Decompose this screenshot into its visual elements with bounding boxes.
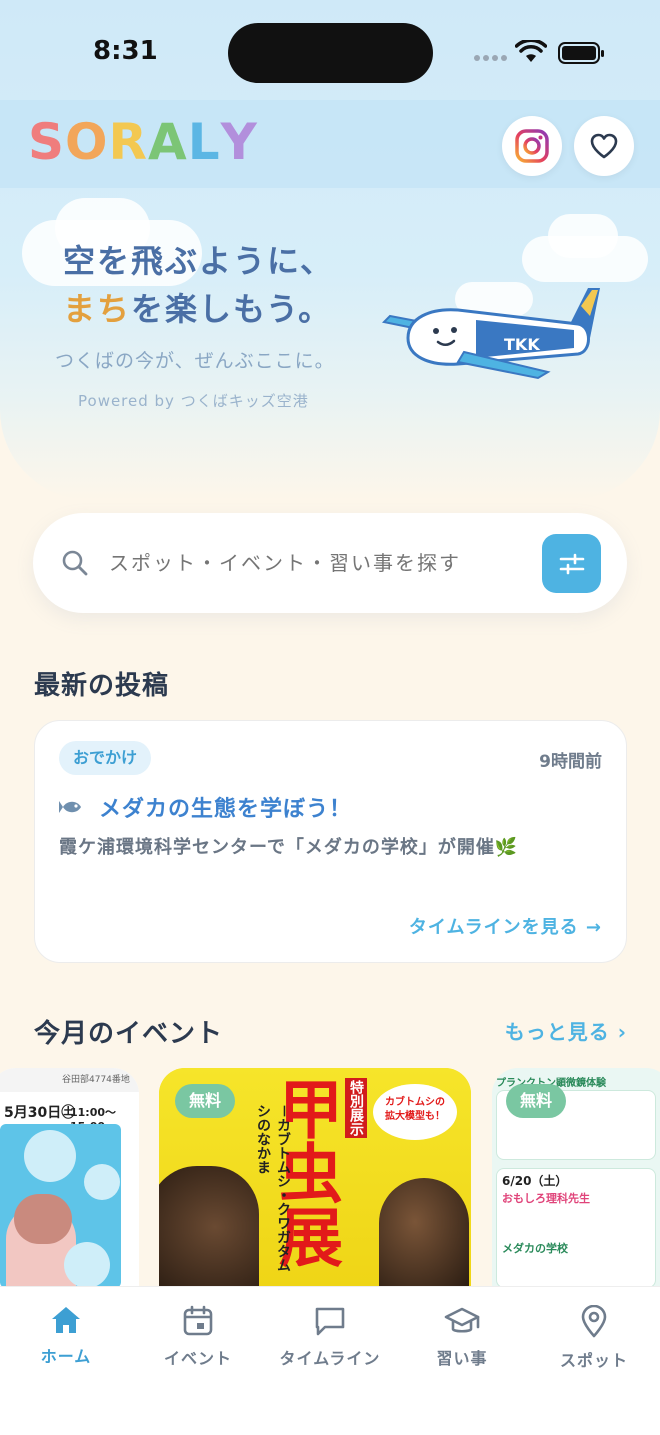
event-heading: おもしろ理科先生 xyxy=(502,1192,590,1205)
bottom-navigation: ホーム イベント タイムライン 習い事 スポット xyxy=(0,1286,660,1435)
event-heading: メダカの学校 xyxy=(502,1242,568,1255)
status-bar: 8:31 xyxy=(0,0,660,100)
post-title: メダカの生態を学ぼう！ xyxy=(99,797,353,822)
free-badge: 無料 xyxy=(175,1084,236,1118)
event-date: 5月30日㊏ xyxy=(4,1105,76,1121)
event-card[interactable]: プランクトン顕微鏡体験 6/20（土） おもしろ理科先生 メダカの学校 無料 xyxy=(492,1068,660,1288)
post-timestamp: 9時間前 xyxy=(539,752,602,772)
nav-events[interactable]: イベント xyxy=(132,1305,264,1369)
event-poster-image xyxy=(0,1124,121,1288)
nav-label: ホーム xyxy=(40,1347,92,1366)
free-badge: 無料 xyxy=(506,1084,567,1118)
logo-letter: O xyxy=(65,113,109,171)
dynamic-island xyxy=(228,23,433,83)
post-body: 霞ケ浦環境科学センターで「メダカの学校」が開催🌿 xyxy=(59,837,519,858)
nav-label: イベント xyxy=(163,1349,232,1368)
home-icon xyxy=(52,1307,80,1333)
latest-posts-heading: 最新の投稿 xyxy=(34,671,170,701)
event-card[interactable]: 谷田部4774番地 5月30日㊏ 11:00〜15:00 xyxy=(0,1068,139,1288)
calendar-icon xyxy=(183,1305,213,1336)
logo-letter: R xyxy=(108,113,149,171)
logo-letter: S xyxy=(28,113,66,171)
latest-post-card[interactable]: おでかけ 9時間前 メダカの生態を学ぼう！ 霞ケ浦環境科学センターで「メダカの学… xyxy=(34,720,627,963)
event-speech-bubble: カブトムシの拡大模型も！ xyxy=(373,1084,457,1140)
nav-home[interactable]: ホーム xyxy=(0,1305,132,1367)
tagline-rest: を楽しもう。 xyxy=(131,290,333,328)
search-input[interactable] xyxy=(109,513,529,613)
cellular-signal-icon xyxy=(474,55,507,61)
nav-timeline[interactable]: タイムライン xyxy=(264,1305,396,1369)
app-logo[interactable]: SORALY xyxy=(28,110,258,174)
heart-icon xyxy=(590,133,618,159)
filter-button[interactable] xyxy=(542,534,601,593)
timeline-link[interactable]: タイムラインを見る → xyxy=(409,913,602,939)
event-subtitle: －カブトムシ・クワガタムシのなかま xyxy=(255,1104,291,1272)
logo-letter: A xyxy=(148,113,188,171)
graduation-cap-icon xyxy=(444,1307,480,1333)
hero-tagline-line2: まちを楽しもう。 xyxy=(63,284,332,330)
hero-tagline-line1: 空を飛ぶように、 xyxy=(63,242,335,280)
airplane-illustration: TKK xyxy=(381,288,600,380)
plane-label: TKK xyxy=(504,335,540,354)
nav-lessons[interactable]: 習い事 xyxy=(396,1305,528,1369)
beetle-image xyxy=(379,1178,469,1288)
powered-by: Powered by つくばキッズ空港 xyxy=(78,392,309,410)
instagram-icon xyxy=(515,129,549,163)
events-heading: 今月のイベント xyxy=(34,1019,224,1049)
logo-letter: L xyxy=(187,113,221,171)
chat-icon xyxy=(315,1307,345,1336)
event-card[interactable]: 特別展示 甲虫展 －カブトムシ・クワガタムシのなかま カブトムシの拡大模型も！ … xyxy=(159,1068,471,1288)
instagram-button[interactable] xyxy=(502,116,562,176)
nav-label: 習い事 xyxy=(436,1349,488,1368)
search-icon xyxy=(62,550,88,576)
sliders-icon xyxy=(559,553,584,574)
post-title-row: メダカの生態を学ぼう！ xyxy=(59,791,352,823)
beetle-image xyxy=(159,1166,259,1288)
more-events-link[interactable]: もっと見る › xyxy=(505,1016,627,1045)
nav-label: スポット xyxy=(559,1351,628,1370)
status-time: 8:31 xyxy=(93,36,158,66)
event-poster-address: 谷田部4774番地 xyxy=(62,1075,130,1085)
search-bar[interactable] xyxy=(33,513,627,613)
event-label: 特別展示 xyxy=(345,1078,367,1138)
favorites-button[interactable] xyxy=(574,116,634,176)
cloud-decoration xyxy=(548,214,618,258)
nav-label: タイムライン xyxy=(279,1349,381,1368)
tagline-accent: まち xyxy=(63,290,132,328)
nav-spots[interactable]: スポット xyxy=(528,1305,660,1371)
logo-letter: Y xyxy=(220,113,258,171)
post-category-tag: おでかけ xyxy=(59,741,152,775)
map-pin-icon xyxy=(581,1305,607,1338)
battery-icon xyxy=(558,42,604,64)
wifi-icon xyxy=(515,40,547,62)
event-date: 6/20（土） xyxy=(502,1174,568,1188)
fish-icon xyxy=(59,801,81,813)
hero-subtitle: つくばの今が、ぜんぶここに。 xyxy=(55,350,335,372)
